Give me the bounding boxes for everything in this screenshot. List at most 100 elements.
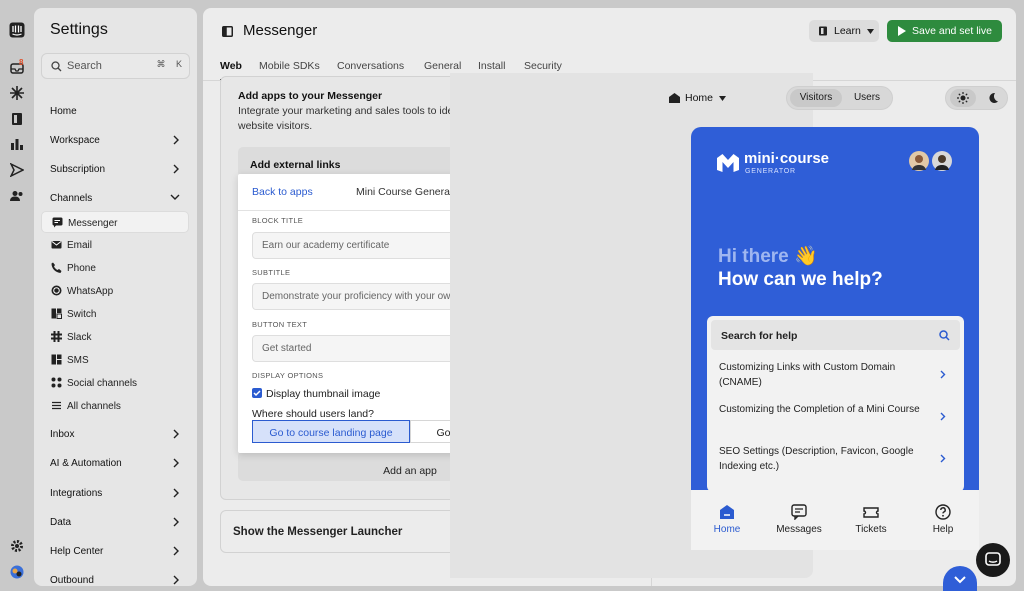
app-name: Mini Course Generator	[356, 186, 463, 198]
learn-label: Learn	[834, 25, 861, 37]
sidebar-item-label: All channels	[67, 401, 121, 412]
sidebar-item-label: AI & Automation	[50, 458, 122, 469]
sidebar-item-label: Workspace	[50, 135, 100, 146]
app-rail: 8	[0, 0, 34, 591]
greeting-line1: Hi there 👋	[718, 246, 818, 267]
nav-home[interactable]: Home	[697, 504, 757, 535]
switch-icon	[51, 308, 62, 319]
nav-messages[interactable]: Messages	[769, 504, 829, 535]
sidebar-item-messenger[interactable]: Messenger	[41, 211, 189, 233]
sidebar-item-label: Phone	[67, 263, 96, 274]
sidebar-item-home[interactable]: Home	[50, 106, 180, 117]
sidebar-item-all-channels[interactable]: All channels	[41, 395, 189, 417]
sidebar-item-workspace[interactable]: Workspace	[50, 135, 180, 146]
save-label: Save and set live	[912, 25, 992, 37]
chevron-right-icon	[173, 429, 179, 439]
sidebar-toggle-icon[interactable]	[222, 26, 233, 37]
sidebar-item-label: Switch	[67, 309, 97, 320]
chat-icon	[52, 217, 63, 228]
intercom-logo-icon[interactable]	[8, 21, 26, 39]
land-option-course-page[interactable]: Go to course landing page	[252, 420, 410, 443]
help-article-title: SEO Settings (Description, Favicon, Goog…	[719, 446, 914, 472]
sidebar-item-ai-automation[interactable]: AI & Automation	[50, 458, 180, 469]
thumbnail-checkbox[interactable]	[252, 388, 262, 398]
sms-icon	[51, 354, 62, 365]
tab-conversations[interactable]: Conversations	[337, 60, 404, 72]
sidebar-item-label: Help Center	[50, 546, 104, 557]
ticket-icon	[863, 507, 879, 518]
help-article[interactable]: Customizing the Completion of a Mini Cou…	[707, 403, 964, 443]
team-avatar	[932, 151, 952, 171]
chevron-down-icon	[954, 576, 966, 584]
sidebar-item-outbound[interactable]: Outbound	[50, 575, 180, 586]
learn-button[interactable]: Learn	[809, 20, 879, 42]
display-options-label: DISPLAY OPTIONS	[252, 371, 324, 380]
messages-icon	[791, 504, 807, 520]
light-mode-button[interactable]	[950, 89, 976, 107]
sidebar-item-label: SMS	[67, 355, 89, 366]
help-article[interactable]: SEO Settings (Description, Favicon, Goog…	[707, 445, 964, 485]
chevron-right-icon	[173, 135, 179, 145]
nav-label: Messages	[776, 524, 822, 535]
sidebar-item-slack[interactable]: Slack	[41, 326, 189, 348]
whatsapp-icon	[51, 285, 62, 296]
sidebar-search[interactable]: Search ⌘ K	[41, 53, 190, 79]
sidebar-item-whatsapp[interactable]: WhatsApp	[41, 280, 189, 302]
sidebar-item-channels[interactable]: Channels	[50, 193, 180, 204]
sidebar-item-subscription[interactable]: Subscription	[50, 164, 180, 175]
help-question-icon	[935, 504, 951, 520]
back-to-apps-link[interactable]: Back to apps	[252, 186, 313, 198]
tab-security[interactable]: Security	[524, 60, 562, 72]
sidebar-item-inbox[interactable]: Inbox	[50, 429, 180, 440]
page-title: Messenger	[243, 22, 318, 39]
nav-help[interactable]: Help	[913, 504, 973, 535]
apps-heading: Add apps to your Messenger	[238, 90, 383, 102]
knowledge-book-icon[interactable]	[8, 110, 26, 128]
outbound-send-icon[interactable]	[8, 161, 26, 179]
thumbnail-label: Display thumbnail image	[266, 388, 381, 400]
sidebar-item-switch[interactable]: Switch	[41, 303, 189, 325]
tab-mobile-sdks[interactable]: Mobile SDKs	[259, 60, 320, 72]
tab-install[interactable]: Install	[478, 60, 505, 72]
audience-visitors[interactable]: Visitors	[790, 89, 842, 107]
ai-spark-icon[interactable]	[8, 84, 26, 102]
moon-icon[interactable]	[987, 92, 999, 104]
launcher-label: Show the Messenger Launcher	[233, 526, 403, 538]
sidebar-item-phone[interactable]: Phone	[41, 257, 189, 279]
sidebar-item-label: Inbox	[50, 429, 75, 440]
chevron-right-icon	[940, 370, 946, 379]
user-avatar[interactable]	[8, 563, 26, 581]
contacts-icon[interactable]	[8, 187, 26, 205]
help-article[interactable]: Customizing Links with Custom Domain (CN…	[707, 361, 964, 401]
sidebar-item-social-channels[interactable]: Social channels	[41, 372, 189, 394]
sidebar-item-label: Data	[50, 517, 72, 528]
sidebar-item-email[interactable]: Email	[41, 234, 189, 256]
preview-page-select[interactable]: Home	[661, 87, 731, 109]
save-and-set-live-button[interactable]: Save and set live	[887, 20, 1002, 42]
home-icon	[669, 93, 680, 103]
sidebar-item-label: Messenger	[68, 218, 118, 229]
chevron-right-icon	[173, 546, 179, 556]
sidebar-item-data[interactable]: Data	[50, 517, 180, 528]
help-search-input[interactable]: Search for help	[711, 320, 960, 350]
sidebar-title: Settings	[50, 21, 108, 38]
sidebar-item-label: Integrations	[50, 488, 103, 499]
chat-launcher-button[interactable]	[976, 543, 1010, 577]
reports-chart-icon[interactable]	[8, 135, 26, 153]
tab-web[interactable]: Web	[220, 60, 242, 72]
settings-gear-icon[interactable]	[8, 537, 26, 555]
chevron-right-icon	[173, 575, 179, 585]
nav-tickets[interactable]: Tickets	[841, 504, 901, 535]
button-text-label: BUTTON TEXT	[252, 320, 308, 329]
theme-toggle	[945, 86, 1008, 110]
book-icon	[819, 26, 827, 36]
sidebar-item-sms[interactable]: SMS	[41, 349, 189, 371]
sidebar-item-integrations[interactable]: Integrations	[50, 488, 180, 499]
notification-badge: 8	[19, 58, 24, 67]
sidebar-item-label: Email	[67, 240, 93, 251]
sidebar-item-help-center[interactable]: Help Center	[50, 546, 180, 557]
audience-users[interactable]: Users	[844, 89, 890, 107]
tab-general[interactable]: General	[424, 60, 461, 72]
email-icon	[51, 241, 62, 249]
help-article-title: Customizing the Completion of a Mini Cou…	[719, 404, 920, 415]
